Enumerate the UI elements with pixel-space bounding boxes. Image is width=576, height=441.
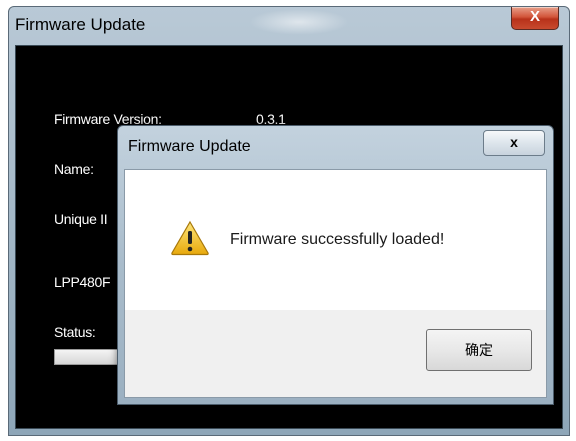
dialog-title: Firmware Update xyxy=(128,138,251,155)
dialog-close-button[interactable]: x xyxy=(483,130,545,156)
dialog-message: Firmware successfully loaded! xyxy=(230,231,445,248)
unique-id-label: Unique II xyxy=(54,211,108,227)
status-progress-bar xyxy=(54,349,126,365)
main-window-title: Firmware Update xyxy=(15,15,146,34)
warning-icon xyxy=(171,220,209,256)
ok-button[interactable]: 确定 xyxy=(426,329,532,371)
status-label: Status: xyxy=(54,324,96,340)
title-glow xyxy=(249,9,349,35)
dialog-content: Firmware successfully loaded! 确定 xyxy=(124,169,547,398)
device-label: LPP480F xyxy=(54,274,111,290)
message-dialog: Firmware Update x Firmware successfully … xyxy=(117,125,554,405)
main-window-close-button[interactable]: X xyxy=(511,7,559,30)
dialog-message-area: Firmware successfully loaded! xyxy=(125,170,546,310)
name-label: Name: xyxy=(54,161,94,177)
